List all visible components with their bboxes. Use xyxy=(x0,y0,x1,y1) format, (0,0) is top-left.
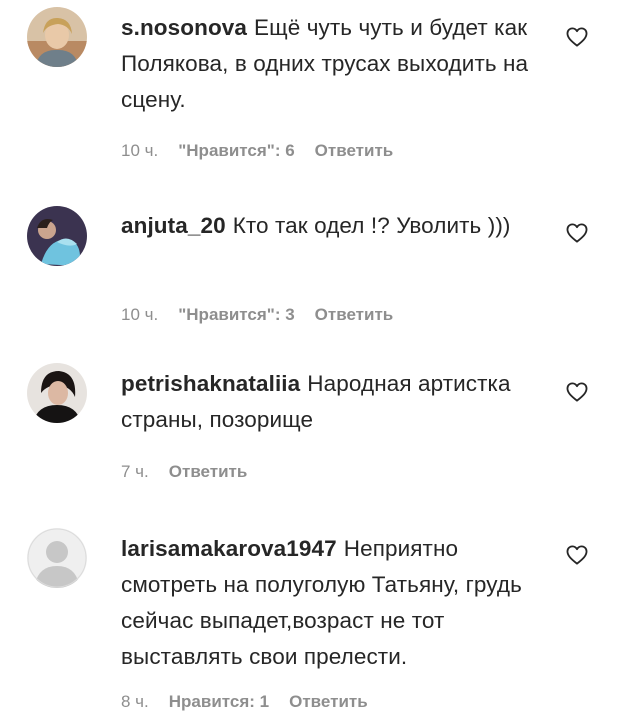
reply-button[interactable]: Ответить xyxy=(315,305,394,324)
avatar[interactable] xyxy=(27,7,87,67)
comment-time[interactable]: 8 ч. xyxy=(121,692,149,711)
comment-username[interactable]: petrishaknataliia xyxy=(121,371,300,396)
comment-likes[interactable]: Нравится: 1 xyxy=(169,692,269,711)
default-avatar-icon xyxy=(27,528,87,588)
comment-meta: 10 ч. "Нравится": 3 Ответить xyxy=(121,305,413,325)
heart-outline-icon[interactable] xyxy=(566,545,588,565)
comment-time[interactable]: 7 ч. xyxy=(121,462,149,481)
reply-button[interactable]: Ответить xyxy=(289,692,368,711)
avatar[interactable] xyxy=(27,528,87,588)
comment-meta: 10 ч. "Нравится": 6 Ответить xyxy=(121,141,413,161)
comment-username[interactable]: s.nosonova xyxy=(121,15,247,40)
comment-likes[interactable]: "Нравится": 6 xyxy=(178,141,294,160)
heart-outline-icon[interactable] xyxy=(566,27,588,47)
reply-button[interactable]: Ответить xyxy=(315,141,394,160)
comment-likes[interactable]: "Нравится": 3 xyxy=(178,305,294,324)
avatar[interactable] xyxy=(27,206,87,266)
comment-time[interactable]: 10 ч. xyxy=(121,141,158,160)
comment-meta: 8 ч. Нравится: 1 Ответить xyxy=(121,692,388,712)
comment-meta: 7 ч. Ответить xyxy=(121,462,267,482)
heart-outline-icon[interactable] xyxy=(566,382,588,402)
comment-text: anjuta_20 Кто так одел !? Уволить ))) xyxy=(121,208,551,244)
avatar[interactable] xyxy=(27,363,87,423)
comment-username[interactable]: anjuta_20 xyxy=(121,213,226,238)
comments-list: s.nosonova Ещё чуть чуть и будет как Поля… xyxy=(0,0,620,719)
comment-text: s.nosonova Ещё чуть чуть и будет как Поля… xyxy=(121,10,551,118)
comment-time[interactable]: 10 ч. xyxy=(121,305,158,324)
comment-text: petrishaknataliia Народная артистка стран… xyxy=(121,366,551,438)
comment-text: larisamakarova1947 Неприятно смотреть на … xyxy=(121,531,551,675)
heart-outline-icon[interactable] xyxy=(566,223,588,243)
comment-username[interactable]: larisamakarova1947 xyxy=(121,536,337,561)
comment-body: Кто так одел !? Уволить ))) xyxy=(232,213,511,238)
reply-button[interactable]: Ответить xyxy=(169,462,248,481)
